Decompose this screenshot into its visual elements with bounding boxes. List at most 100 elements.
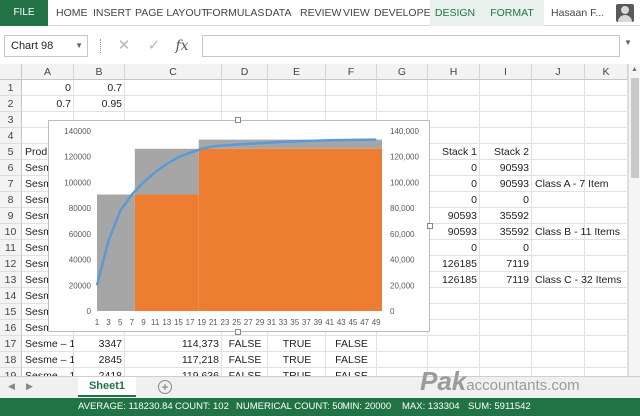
row-header-1[interactable]: 1 bbox=[0, 80, 22, 96]
cell-f18[interactable]: FALSE bbox=[326, 352, 377, 368]
cell-b17[interactable]: 3347 bbox=[74, 336, 125, 352]
resize-handle[interactable] bbox=[427, 223, 433, 229]
row-header-10[interactable]: 10 bbox=[0, 224, 22, 240]
row-header-16[interactable]: 16 bbox=[0, 320, 22, 336]
column-header-d[interactable]: D bbox=[222, 64, 268, 80]
cell-h9[interactable]: 90593 bbox=[428, 208, 480, 224]
cell-f19[interactable]: FALSE bbox=[326, 368, 377, 376]
column-header-b[interactable]: B bbox=[74, 64, 125, 80]
cell-c17[interactable]: 114,373 bbox=[125, 336, 222, 352]
row-header-13[interactable]: 13 bbox=[0, 272, 22, 288]
column-header-f[interactable]: F bbox=[326, 64, 377, 80]
row-header-3[interactable]: 3 bbox=[0, 112, 22, 128]
column-header-c[interactable]: C bbox=[125, 64, 222, 80]
tab-view[interactable]: VIEW bbox=[343, 0, 370, 26]
cell-i10[interactable]: 35592 bbox=[480, 224, 532, 240]
row-header-9[interactable]: 9 bbox=[0, 208, 22, 224]
cell-e19[interactable]: TRUE bbox=[268, 368, 326, 376]
row-header-6[interactable]: 6 bbox=[0, 160, 22, 176]
cell-j13[interactable]: Class C - 32 Items bbox=[532, 272, 628, 288]
cell-c19[interactable]: 119,636 bbox=[125, 368, 222, 376]
column-header-g[interactable]: G bbox=[377, 64, 428, 80]
cell-i5[interactable]: Stack 2 bbox=[480, 144, 532, 160]
chart-object[interactable]: 0 20000 40000 60000 80000 100000 120000 140000 0… bbox=[48, 120, 430, 332]
expand-formula-bar-icon[interactable]: ▼ bbox=[624, 38, 632, 47]
tab-review[interactable]: REVIEW bbox=[300, 0, 341, 26]
column-header-k[interactable]: K bbox=[585, 64, 628, 80]
name-box[interactable]: Chart 98 ▼ bbox=[4, 35, 88, 57]
cell-h12[interactable]: 126185 bbox=[428, 256, 480, 272]
tab-formulas[interactable]: FORMULAS bbox=[206, 0, 264, 26]
user-avatar[interactable] bbox=[616, 4, 634, 22]
row-header-19[interactable]: 19 bbox=[0, 368, 22, 376]
cell-b19[interactable]: 2418 bbox=[74, 368, 125, 376]
row-header-14[interactable]: 14 bbox=[0, 288, 22, 304]
cell-h7[interactable]: 0 bbox=[428, 176, 480, 192]
row-header-4[interactable]: 4 bbox=[0, 128, 22, 144]
row-header-12[interactable]: 12 bbox=[0, 256, 22, 272]
cell-a18[interactable]: Sesme – 1 bbox=[22, 352, 74, 368]
chevron-down-icon[interactable]: ▼ bbox=[75, 36, 83, 56]
column-header-a[interactable]: A bbox=[22, 64, 74, 80]
cell-d17[interactable]: FALSE bbox=[222, 336, 268, 352]
prev-sheet-icon[interactable]: ◀ bbox=[8, 381, 15, 392]
cell-e18[interactable]: TRUE bbox=[268, 352, 326, 368]
cell-e17[interactable]: TRUE bbox=[268, 336, 326, 352]
cell-i6[interactable]: 90593 bbox=[480, 160, 532, 176]
vertical-scrollbar[interactable]: ▲ bbox=[628, 64, 640, 376]
cell-h5[interactable]: Stack 1 bbox=[428, 144, 480, 160]
cell-i7[interactable]: 90593 bbox=[480, 176, 532, 192]
row-header-11[interactable]: 11 bbox=[0, 240, 22, 256]
row-header-15[interactable]: 15 bbox=[0, 304, 22, 320]
column-header-i[interactable]: I bbox=[480, 64, 532, 80]
cell-f17[interactable]: FALSE bbox=[326, 336, 377, 352]
row-header-5[interactable]: 5 bbox=[0, 144, 22, 160]
cancel-icon[interactable]: ✕ bbox=[114, 36, 134, 56]
cell-h10[interactable]: 90593 bbox=[428, 224, 480, 240]
cell-d18[interactable]: FALSE bbox=[222, 352, 268, 368]
cell-a2[interactable]: 0.7 bbox=[22, 96, 74, 112]
scrollbar-thumb[interactable] bbox=[631, 78, 639, 178]
tab-page-layout[interactable]: PAGE LAYOUT bbox=[135, 0, 208, 26]
column-header-j[interactable]: J bbox=[532, 64, 585, 80]
cell-c18[interactable]: 117,218 bbox=[125, 352, 222, 368]
cell-i13[interactable]: 7119 bbox=[480, 272, 532, 288]
row-header-17[interactable]: 17 bbox=[0, 336, 22, 352]
resize-handle[interactable] bbox=[235, 329, 241, 335]
add-sheet-icon[interactable]: + bbox=[158, 380, 172, 394]
resize-handle[interactable] bbox=[235, 117, 241, 123]
formula-input[interactable] bbox=[202, 35, 620, 57]
select-all-corner[interactable] bbox=[0, 64, 22, 80]
row-header-18[interactable]: 18 bbox=[0, 352, 22, 368]
insert-function-icon[interactable]: fx bbox=[172, 36, 192, 56]
cell-h8[interactable]: 0 bbox=[428, 192, 480, 208]
next-sheet-icon[interactable]: ▶ bbox=[26, 381, 33, 392]
cell-h11[interactable]: 0 bbox=[428, 240, 480, 256]
cell-a1[interactable]: 0 bbox=[22, 80, 74, 96]
cell-h6[interactable]: 0 bbox=[428, 160, 480, 176]
cell-a19[interactable]: Sesme – 1 bbox=[22, 368, 74, 376]
tab-insert[interactable]: INSERT bbox=[93, 0, 131, 26]
cell-i9[interactable]: 35592 bbox=[480, 208, 532, 224]
tab-developer[interactable]: DEVELOPER bbox=[374, 0, 438, 26]
scroll-up-icon[interactable]: ▲ bbox=[631, 66, 638, 73]
cell-b2[interactable]: 0.95 bbox=[74, 96, 125, 112]
check-icon[interactable]: ✓ bbox=[144, 36, 164, 56]
sheet-tab-sheet1[interactable]: Sheet1 bbox=[78, 377, 136, 397]
tab-design[interactable]: DESIGN bbox=[430, 0, 480, 26]
row-header-8[interactable]: 8 bbox=[0, 192, 22, 208]
cell-a17[interactable]: Sesme – 1 bbox=[22, 336, 74, 352]
cell-i11[interactable]: 0 bbox=[480, 240, 532, 256]
cell-h13[interactable]: 126185 bbox=[428, 272, 480, 288]
cell-i12[interactable]: 7119 bbox=[480, 256, 532, 272]
user-name[interactable]: Hasaan F... bbox=[551, 0, 604, 26]
tab-format[interactable]: FORMAT bbox=[480, 0, 544, 26]
cell-b1[interactable]: 0.7 bbox=[74, 80, 125, 96]
tab-file[interactable]: FILE bbox=[0, 0, 48, 26]
cell-j7[interactable]: Class A - 7 Item bbox=[532, 176, 628, 192]
row-header-2[interactable]: 2 bbox=[0, 96, 22, 112]
cell-j10[interactable]: Class B - 11 Items bbox=[532, 224, 628, 240]
column-header-e[interactable]: E bbox=[268, 64, 326, 80]
tab-home[interactable]: HOME bbox=[56, 0, 88, 26]
cell-i8[interactable]: 0 bbox=[480, 192, 532, 208]
